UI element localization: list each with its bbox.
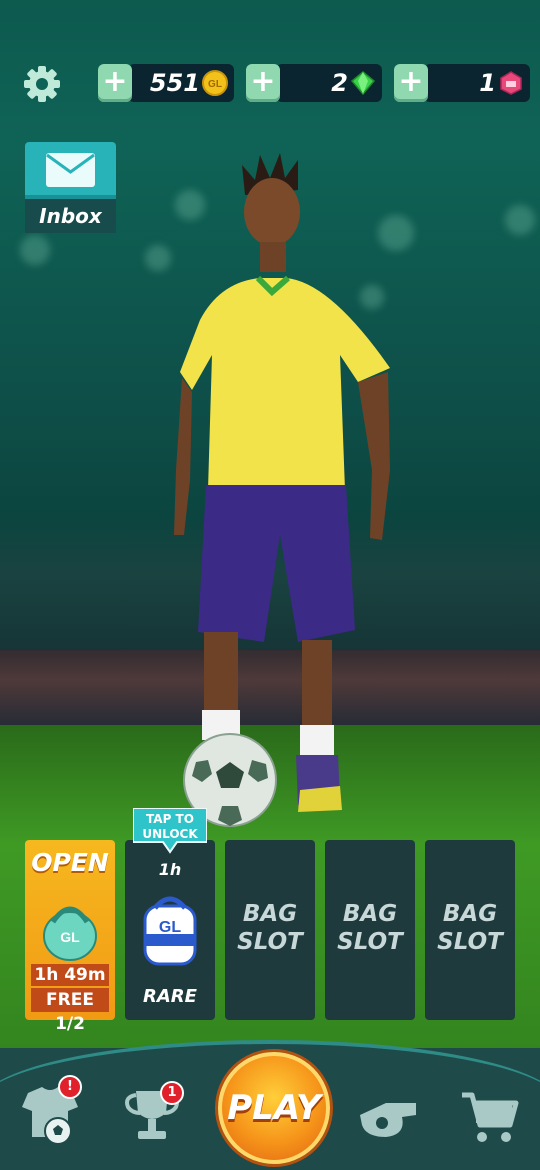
- add-gems-button[interactable]: +: [246, 64, 280, 102]
- kit-badge: !: [58, 1075, 82, 1099]
- free-counter: FREE 1/2: [31, 988, 109, 1034]
- tap-to-unlock-label: TAP TO UNLOCK: [142, 812, 198, 841]
- green-gem-icon: [350, 71, 376, 96]
- play-label: PLAY: [227, 1088, 321, 1128]
- nav-kit-button[interactable]: !: [18, 1075, 82, 1149]
- tickets-value: 1: [479, 69, 496, 97]
- nav-trophy-button[interactable]: 1: [120, 1081, 184, 1149]
- unlock-time: 1h: [158, 860, 182, 879]
- bag-slot-empty[interactable]: BAG SLOT: [225, 840, 315, 1020]
- tickets-counter[interactable]: + 1: [394, 62, 530, 104]
- bag-slot-label: BAG SLOT: [337, 901, 403, 955]
- gems-value: 2: [331, 69, 348, 97]
- coins-counter[interactable]: + 551 GL: [98, 62, 234, 104]
- bag-slot-empty[interactable]: BAG SLOT: [425, 840, 515, 1020]
- open-label: OPEN: [31, 848, 109, 877]
- bag-slot-rare[interactable]: TAP TO UNLOCK 1h GL RARE: [125, 808, 215, 1020]
- play-button[interactable]: PLAY: [218, 1052, 330, 1164]
- coins-value: 551: [149, 69, 200, 97]
- pink-ticket-icon: [500, 71, 522, 95]
- trophy-badge: 1: [160, 1081, 184, 1105]
- svg-text:GL: GL: [60, 929, 80, 945]
- shopping-cart-icon: [462, 1092, 519, 1142]
- svg-text:GL: GL: [208, 79, 222, 90]
- nav-whistle-button[interactable]: [356, 1085, 420, 1149]
- settings-gear-icon[interactable]: [22, 64, 62, 104]
- rare-bag-icon: GL: [143, 896, 197, 966]
- envelope-icon: [46, 153, 95, 187]
- bag-slot-label: BAG SLOT: [437, 901, 503, 955]
- gems-counter[interactable]: + 2: [246, 62, 382, 104]
- bag-slot-open[interactable]: OPEN GL 1h 49m FREE 1/2: [25, 840, 115, 1034]
- rarity-label: RARE: [143, 986, 197, 1007]
- bag-slot-label: BAG SLOT: [237, 901, 303, 955]
- inbox-label: Inbox: [25, 199, 116, 233]
- add-tickets-button[interactable]: +: [394, 64, 428, 102]
- add-coins-button[interactable]: +: [98, 64, 132, 102]
- nav-shop-button[interactable]: [458, 1085, 522, 1149]
- inbox-button[interactable]: Inbox: [25, 142, 116, 233]
- bag-slot-empty[interactable]: BAG SLOT: [325, 840, 415, 1020]
- gold-coin-icon: GL: [202, 70, 228, 96]
- whistle-icon: [360, 1103, 416, 1137]
- player-character[interactable]: [150, 150, 410, 830]
- bag-icon: GL: [43, 906, 97, 961]
- svg-text:GL: GL: [159, 919, 181, 936]
- open-timer: 1h 49m: [31, 964, 109, 986]
